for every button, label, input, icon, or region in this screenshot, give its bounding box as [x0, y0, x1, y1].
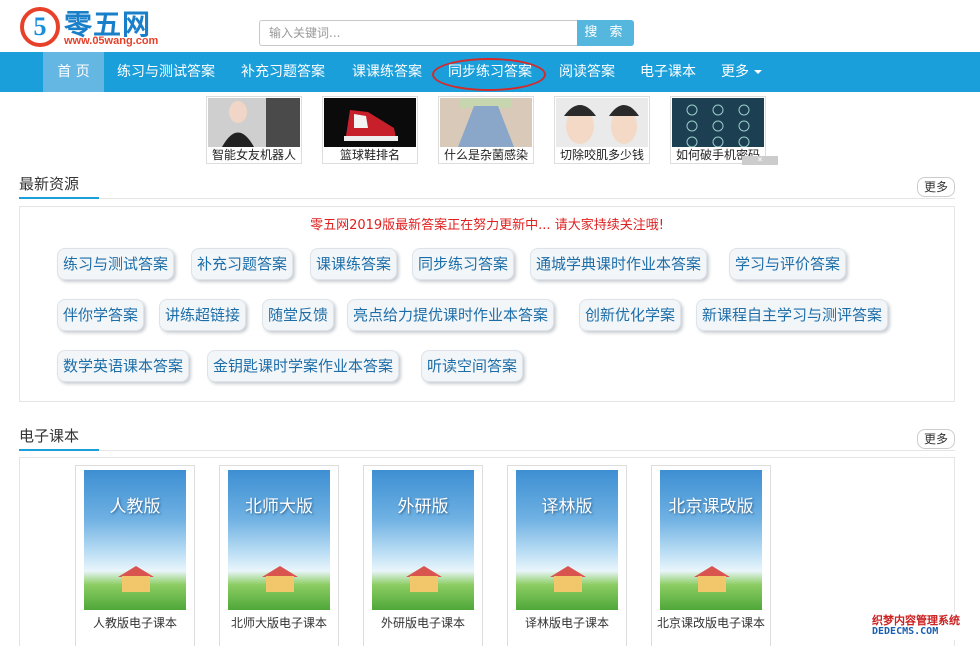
tag-link[interactable]: 课课练答案 [310, 248, 398, 280]
latest-box: 零五网2019版最新答案正在努力更新中... 请大家持续关注哦! 练习与测试答案… [19, 206, 955, 402]
ad-close-icon[interactable]: ✕ [742, 156, 778, 165]
ad-label: 篮球鞋排名 [339, 148, 400, 162]
book-label: 北京课改版电子课本 [656, 616, 765, 630]
ad-image-phone-lock [672, 98, 764, 147]
cover-title: 北京课改版 [668, 497, 754, 517]
logo-circle-icon: 5 [20, 7, 60, 47]
update-notice: 零五网2019版最新答案正在努力更新中... 请大家持续关注哦! [310, 218, 664, 233]
tag-link[interactable]: 伴你学答案 [57, 299, 145, 331]
nav-item-kekelian[interactable]: 课课练答案 [352, 52, 422, 92]
tag-link[interactable]: 亮点给力提优课时作业本答案 [347, 299, 555, 331]
ebook-section-header: 电子课本 更多 [19, 425, 955, 453]
house-body [266, 576, 294, 592]
ebook-card[interactable]: 北师大版 北师大版电子课本 [219, 465, 339, 646]
ebook-card[interactable]: 北京课改版 北京课改版电子课本 [651, 465, 771, 646]
ad-strip: 智能女友机器人 篮球鞋排名 什么是杂菌感染 切除咬肌多少钱 如何破手机密码 [206, 96, 781, 166]
tag-link[interactable]: 金钥匙课时学案作业本答案 [207, 350, 400, 382]
ad-image-person [440, 98, 532, 147]
cover-title: 译林版 [541, 497, 593, 517]
nav-item-supplementary[interactable]: 补充习题答案 [241, 52, 325, 92]
ad-item[interactable]: 什么是杂菌感染 [438, 96, 534, 164]
watermark-line2: DEDECMS.COM [872, 626, 939, 637]
tag-link[interactable]: 新课程自主学习与测评答案 [696, 299, 889, 331]
search-button[interactable]: 搜 索 [577, 20, 634, 46]
book-cover: 北师大版 [228, 470, 330, 610]
tag-link[interactable]: 练习与测试答案 [57, 248, 175, 280]
nav-item-more[interactable]: 更多 [721, 52, 762, 92]
book-cover: 北京课改版 [660, 470, 762, 610]
tag-link[interactable]: 讲练超链接 [159, 299, 247, 331]
ebook-box: 人教版 人教版电子课本 北师大版 北师大版电子课本 外研版 外研版电子课本 译林… [19, 457, 955, 646]
ad-label: 什么是杂菌感染 [443, 148, 528, 162]
section-divider [99, 450, 955, 451]
ad-item[interactable]: 切除咬肌多少钱 [554, 96, 650, 164]
book-cover: 人教版 [84, 470, 186, 610]
cover-title: 北师大版 [245, 497, 313, 517]
section-title: 电子课本 [19, 427, 80, 445]
tag-link[interactable]: 随堂反馈 [262, 299, 335, 331]
book-label: 译林版电子课本 [524, 616, 609, 630]
cover-title: 外研版 [397, 497, 449, 517]
tag-link[interactable]: 补充习题答案 [191, 248, 294, 280]
ad-label: 智能女友机器人 [211, 148, 296, 162]
ebook-card[interactable]: 译林版 译林版电子课本 [507, 465, 627, 646]
nav-item-practice-test[interactable]: 练习与测试答案 [117, 52, 215, 92]
ad-item[interactable]: 如何破手机密码 [670, 96, 766, 164]
tag-link[interactable]: 同步练习答案 [412, 248, 515, 280]
ad-image-sneaker [324, 98, 416, 147]
site-logo[interactable]: 5 零五网 www.05wang.com [20, 5, 170, 49]
ebook-card[interactable]: 人教版 人教版电子课本 [75, 465, 195, 646]
tag-link[interactable]: 创新优化学案 [579, 299, 682, 331]
search-input[interactable]: 输入关键词... [259, 20, 577, 46]
house-body [410, 576, 438, 592]
book-cover: 译林版 [516, 470, 618, 610]
house-body [554, 576, 582, 592]
more-button[interactable]: 更多 [917, 177, 955, 197]
tag-link[interactable]: 听读空间答案 [421, 350, 524, 382]
ad-item[interactable]: 智能女友机器人 [206, 96, 302, 164]
tag-link[interactable]: 学习与评价答案 [729, 248, 847, 280]
logo-url: www.05wang.com [64, 35, 159, 47]
nav-item-reading[interactable]: 阅读答案 [559, 52, 615, 92]
house-body [698, 576, 726, 592]
ebook-card[interactable]: 外研版 外研版电子课本 [363, 465, 483, 646]
cover-title: 人教版 [109, 497, 161, 517]
section-title: 最新资源 [19, 175, 80, 193]
nav-item-home[interactable]: 首 页 [43, 52, 104, 92]
highlight-ellipse [432, 58, 546, 91]
ad-label: 切除咬肌多少钱 [559, 148, 644, 162]
header: 5 零五网 www.05wang.com 输入关键词... 搜 索 [0, 0, 980, 52]
nav-more-label: 更多 [721, 64, 749, 80]
house-body [122, 576, 150, 592]
book-label: 外研版电子课本 [380, 616, 465, 630]
watermark: 织梦内容管理系统 DEDECMS.COM [870, 612, 972, 640]
tag-link[interactable]: 数学英语课本答案 [57, 350, 190, 382]
ad-image-robot [208, 98, 300, 147]
section-underline [19, 449, 99, 451]
tag-link[interactable]: 通城学典课时作业本答案 [530, 248, 708, 280]
book-label: 人教版电子课本 [92, 616, 177, 630]
book-label: 北师大版电子课本 [230, 616, 327, 630]
section-underline [19, 197, 99, 199]
nav-item-ebook[interactable]: 电子课本 [640, 52, 696, 92]
latest-section-header: 最新资源 更多 [19, 173, 955, 201]
more-button[interactable]: 更多 [917, 429, 955, 449]
ad-image-faces [556, 98, 648, 147]
book-cover: 外研版 [372, 470, 474, 610]
caret-down-icon [754, 70, 762, 74]
section-divider [99, 198, 955, 199]
ad-item[interactable]: 篮球鞋排名 [322, 96, 418, 164]
